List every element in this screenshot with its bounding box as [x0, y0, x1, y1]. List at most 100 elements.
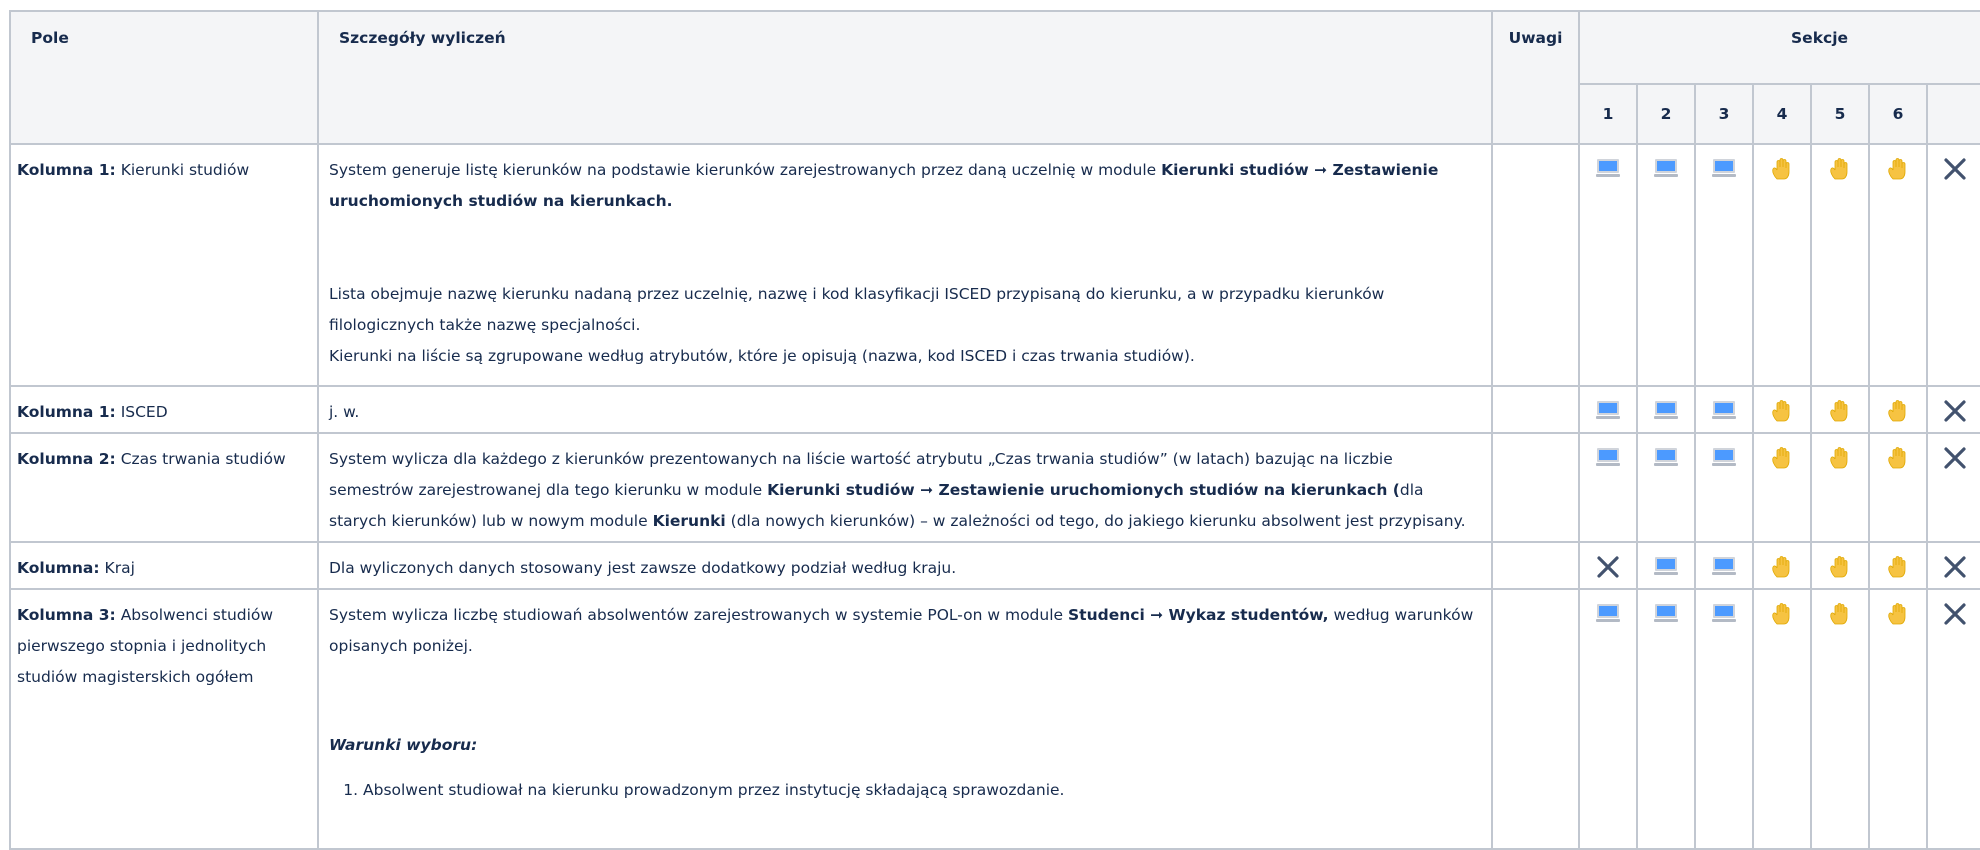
- hand-icon: [1769, 602, 1795, 626]
- section-number: 4: [1752, 83, 1812, 145]
- section-cell: [1578, 432, 1638, 543]
- computer-icon: [1711, 555, 1737, 579]
- module-name: Kierunki: [652, 512, 726, 530]
- table-row: Kolumna 2: Czas trwania studiów System w…: [9, 432, 1980, 543]
- details-cell: j. w.: [317, 385, 1493, 434]
- section-cell: [1925, 143, 1980, 387]
- module-path: Studenci ➞ Wykaz studentów,: [1068, 606, 1329, 624]
- field-label: Kolumna 3:: [17, 606, 116, 624]
- notes-cell: [1491, 588, 1580, 850]
- computer-icon: [1711, 602, 1737, 626]
- hand-icon: [1885, 157, 1911, 181]
- details-cell: System wylicza liczbę studiowań absolwen…: [317, 588, 1493, 850]
- cross-icon: [1942, 157, 1968, 181]
- section-cell: [1925, 541, 1980, 590]
- computer-icon: [1595, 446, 1621, 470]
- header-sections: Sekcje: [1577, 10, 1980, 85]
- section-cell: [1752, 588, 1812, 850]
- section-cell: [1868, 432, 1928, 543]
- details-paragraph: Lista obejmuje nazwę kierunku nadaną prz…: [329, 285, 1385, 334]
- field-label: Kolumna:: [17, 559, 100, 577]
- hand-icon: [1885, 602, 1911, 626]
- section-cell: [1925, 385, 1980, 434]
- notes-cell: [1491, 432, 1580, 543]
- hand-icon: [1827, 602, 1853, 626]
- notes-cell: [1491, 541, 1580, 590]
- section-cell: [1752, 541, 1812, 590]
- field-cell: Kolumna 3: Absolwenci studiów pierwszego…: [9, 588, 319, 850]
- computer-icon: [1711, 157, 1737, 181]
- table-row: Kolumna 3: Absolwenci studiów pierwszego…: [9, 588, 1980, 850]
- details-paragraph: System wylicza liczbę studiowań absolwen…: [329, 600, 1481, 662]
- section-cell: [1578, 588, 1638, 850]
- computer-icon: [1595, 602, 1621, 626]
- computer-icon: [1653, 399, 1679, 423]
- table-row: Kolumna 1: ISCED j. w.: [9, 385, 1980, 434]
- field-name: Kraj: [104, 559, 135, 577]
- hand-icon: [1885, 555, 1911, 579]
- section-cell: [1694, 385, 1754, 434]
- details-cell: Dla wyliczonych danych stosowany jest za…: [317, 541, 1493, 590]
- section-cell: [1636, 385, 1696, 434]
- header-notes: Uwagi: [1491, 10, 1580, 145]
- section-number: 7: [1925, 83, 1980, 145]
- hand-icon: [1769, 555, 1795, 579]
- hand-icon: [1827, 446, 1853, 470]
- section-cell: [1810, 143, 1870, 387]
- cross-icon: [1942, 555, 1968, 579]
- computer-icon: [1711, 399, 1737, 423]
- section-number: 2: [1636, 83, 1696, 145]
- field-cell: Kolumna: Kraj: [9, 541, 319, 590]
- field-cell: Kolumna 1: Kierunki studiów: [9, 143, 319, 387]
- section-cell: [1810, 432, 1870, 543]
- field-label: Kolumna 1:: [17, 403, 116, 421]
- conditions-list: Absolwent studiował na kierunku prowadzo…: [329, 775, 1481, 806]
- section-cell: [1694, 143, 1754, 387]
- computer-icon: [1653, 157, 1679, 181]
- header-field: Pole: [9, 10, 319, 145]
- section-cell: [1752, 143, 1812, 387]
- section-cell: [1868, 385, 1928, 434]
- computer-icon: [1595, 399, 1621, 423]
- hand-icon: [1827, 555, 1853, 579]
- hand-icon: [1885, 399, 1911, 423]
- section-cell: [1925, 432, 1980, 543]
- details-cell: System wylicza dla każdego z kierunków p…: [317, 432, 1493, 543]
- conditions-heading: Warunki wyboru:: [329, 736, 478, 754]
- details-text: System wylicza liczbę studiowań absolwen…: [329, 606, 1068, 624]
- section-cell: [1636, 541, 1696, 590]
- cross-icon: [1942, 399, 1968, 423]
- table-row: Kolumna: Kraj Dla wyliczonych danych sto…: [9, 541, 1980, 590]
- hand-icon: [1769, 399, 1795, 423]
- details-cell: System generuje listę kierunków na podst…: [317, 143, 1493, 387]
- hand-icon: [1885, 446, 1911, 470]
- hand-icon: [1769, 446, 1795, 470]
- field-cell: Kolumna 1: ISCED: [9, 385, 319, 434]
- table-row: Kolumna 1: Kierunki studiów System gener…: [9, 143, 1980, 387]
- section-cell: [1810, 541, 1870, 590]
- section-cell: [1636, 143, 1696, 387]
- notes-cell: [1491, 385, 1580, 434]
- section-number: 5: [1810, 83, 1870, 145]
- details-paragraph: Kierunki na liście są zgrupowane według …: [329, 347, 1195, 365]
- computer-icon: [1595, 157, 1621, 181]
- section-cell: [1752, 432, 1812, 543]
- section-cell: [1752, 385, 1812, 434]
- section-cell: [1636, 588, 1696, 850]
- section-cell: [1694, 432, 1754, 543]
- field-label: Kolumna 1:: [17, 161, 116, 179]
- field-name: Kierunki studiów: [120, 161, 250, 179]
- section-number: 3: [1694, 83, 1754, 145]
- module-path: Kierunki studiów ➞ Zestawienie uruchomio…: [767, 481, 1400, 499]
- field-label: Kolumna 2:: [17, 450, 116, 468]
- header-details: Szczegóły wyliczeń: [317, 10, 1493, 145]
- details-text: System generuje listę kierunków na podst…: [329, 161, 1162, 179]
- section-cell: [1868, 588, 1928, 850]
- section-cell: [1810, 588, 1870, 850]
- section-cell: [1868, 143, 1928, 387]
- field-name: ISCED: [120, 403, 168, 421]
- hand-icon: [1827, 399, 1853, 423]
- field-cell: Kolumna 2: Czas trwania studiów: [9, 432, 319, 543]
- computer-icon: [1653, 602, 1679, 626]
- section-cell: [1578, 385, 1638, 434]
